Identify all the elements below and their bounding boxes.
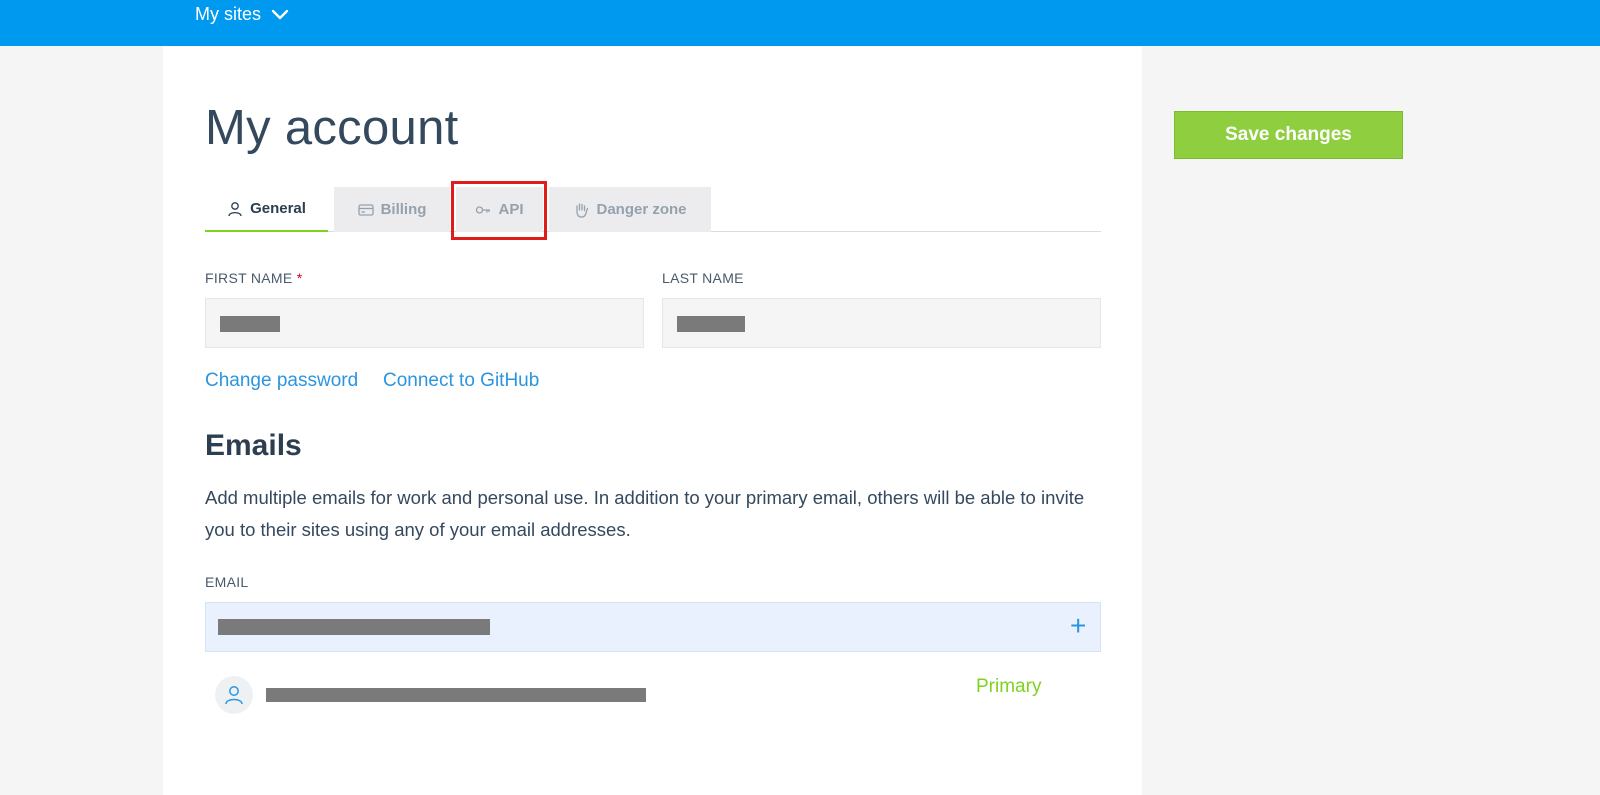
page-title: My account (205, 101, 459, 155)
tab-general[interactable]: General (205, 187, 328, 232)
tab-danger-zone[interactable]: Danger zone (549, 187, 711, 232)
redacted-email-input (218, 619, 490, 635)
tab-general-label: General (250, 200, 306, 217)
chevron-down-icon (271, 9, 289, 19)
my-sites-label: My sites (195, 4, 262, 24)
change-password-link[interactable]: Change password (205, 370, 358, 392)
emails-heading: Emails (205, 429, 302, 462)
email-label: EMAIL (205, 574, 249, 590)
required-marker: * (296, 270, 303, 286)
save-changes-button[interactable]: Save changes (1174, 111, 1403, 159)
primary-badge: Primary (976, 676, 1042, 697)
user-icon (228, 201, 242, 216)
emails-description: Add multiple emails for work and persona… (205, 487, 1085, 540)
avatar (215, 676, 253, 714)
my-sites-menu[interactable]: My sites (195, 4, 289, 25)
user-icon (225, 686, 243, 705)
redacted-first-name (220, 316, 280, 332)
api-tab-highlight (451, 181, 547, 240)
first-name-label: FIRST NAME * (205, 270, 303, 286)
first-name-field[interactable] (205, 298, 644, 348)
redacted-last-name (677, 316, 745, 332)
tab-danger-zone-label: Danger zone (596, 201, 687, 218)
last-name-field[interactable] (662, 298, 1101, 348)
last-name-label: LAST NAME (662, 270, 744, 286)
top-bar: My sites (0, 0, 1600, 46)
email-input[interactable] (205, 602, 1101, 652)
plus-icon[interactable]: + (1070, 612, 1086, 640)
credit-card-icon (357, 203, 374, 216)
connect-github-link[interactable]: Connect to GitHub (383, 370, 539, 392)
redacted-primary-email (266, 688, 646, 702)
hand-icon (576, 202, 589, 218)
tab-bar: General Billing API Danger zone (205, 187, 1101, 232)
tab-billing-label: Billing (380, 201, 427, 218)
tab-billing[interactable]: Billing (334, 187, 450, 232)
